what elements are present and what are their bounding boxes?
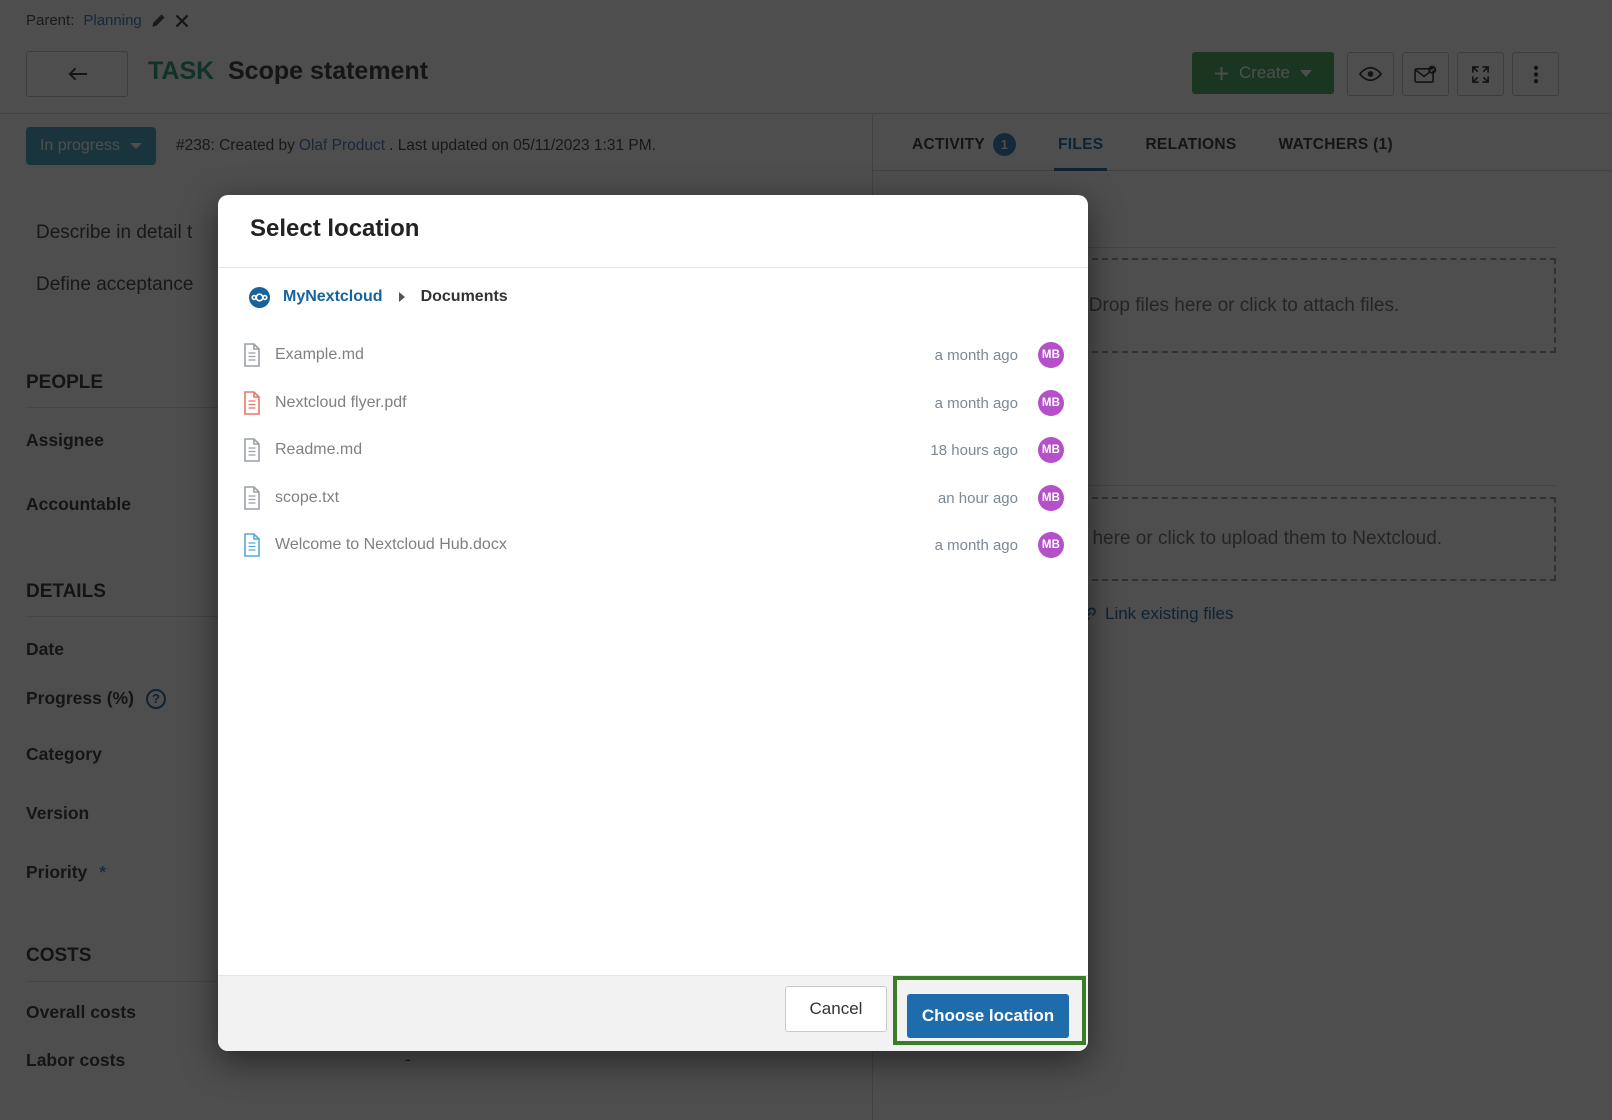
nextcloud-logo-icon xyxy=(248,286,271,308)
avatar: MB xyxy=(1038,390,1064,416)
breadcrumb-root[interactable]: MyNextcloud xyxy=(283,288,383,306)
file-row[interactable]: Nextcloud flyer.pdf a month ago MB xyxy=(218,379,1088,427)
file-modified: 18 hours ago xyxy=(930,441,1018,459)
file-row[interactable]: Example.md a month ago MB xyxy=(218,331,1088,379)
file-name: Example.md xyxy=(275,346,364,363)
avatar: MB xyxy=(1038,485,1064,511)
file-icon xyxy=(242,533,262,557)
file-name: Readme.md xyxy=(275,441,363,458)
location-breadcrumb: MyNextcloud Documents xyxy=(248,283,508,311)
work-package-page: Parent: Planning TASK Scope statement Cr… xyxy=(0,0,1612,1120)
select-location-modal: Select location MyNextcloud Documents Ex… xyxy=(218,195,1088,1051)
breadcrumb-current-folder: Documents xyxy=(420,288,508,305)
file-row[interactable]: scope.txt an hour ago MB xyxy=(218,474,1088,522)
avatar: MB xyxy=(1038,437,1064,463)
breadcrumb-separator-icon xyxy=(398,292,405,302)
file-modified: a month ago xyxy=(934,536,1018,554)
avatar: MB xyxy=(1038,532,1064,558)
file-name: Nextcloud flyer.pdf xyxy=(275,394,407,411)
file-name: Welcome to Nextcloud Hub.docx xyxy=(275,536,507,553)
cancel-button[interactable]: Cancel xyxy=(785,986,887,1032)
file-row[interactable]: Readme.md 18 hours ago MB xyxy=(218,426,1088,474)
file-modified: a month ago xyxy=(934,346,1018,364)
choose-location-button[interactable]: Choose location xyxy=(907,994,1069,1038)
modal-footer: Cancel Choose location xyxy=(218,975,1088,1051)
file-name: scope.txt xyxy=(275,489,340,506)
file-modified: a month ago xyxy=(934,394,1018,412)
file-icon xyxy=(242,438,262,462)
file-icon xyxy=(242,391,262,415)
modal-header-divider xyxy=(218,267,1088,268)
avatar: MB xyxy=(1038,342,1064,368)
file-icon xyxy=(242,343,262,367)
modal-title: Select location xyxy=(250,215,420,242)
file-row[interactable]: Welcome to Nextcloud Hub.docx a month ag… xyxy=(218,521,1088,569)
file-icon xyxy=(242,486,262,510)
file-modified: an hour ago xyxy=(937,489,1018,507)
